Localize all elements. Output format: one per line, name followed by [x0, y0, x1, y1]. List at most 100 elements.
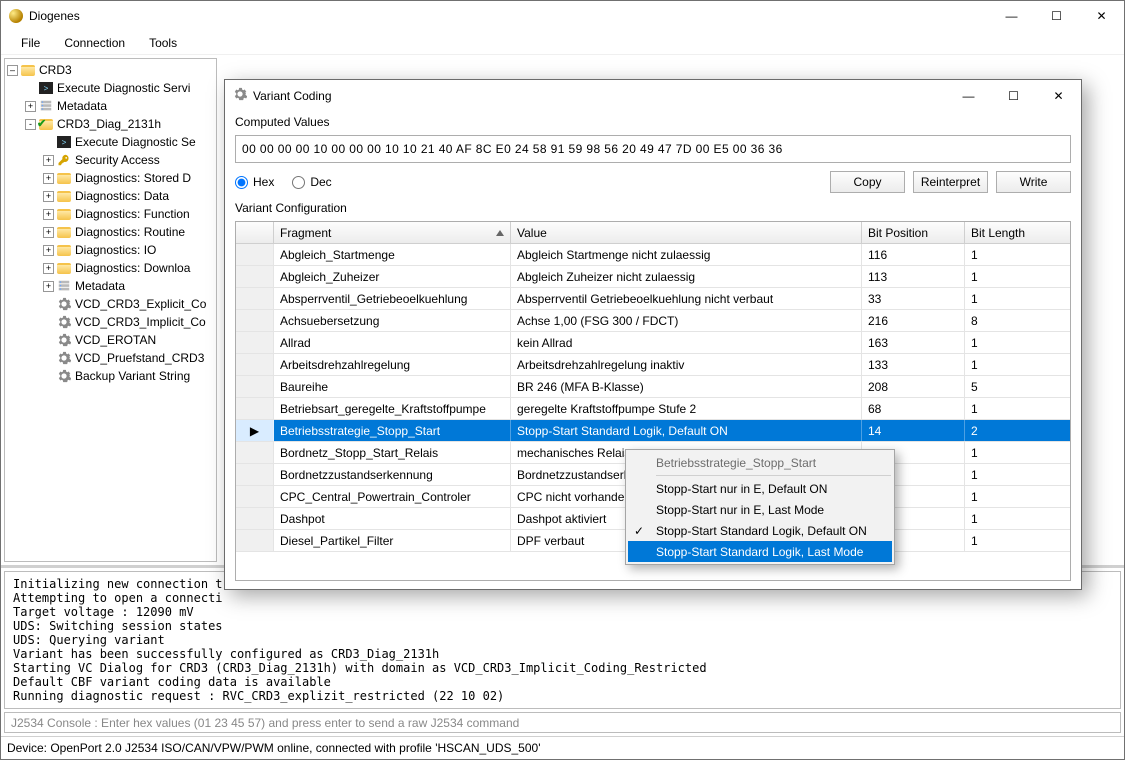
variant-configuration-label: Variant Configuration: [235, 201, 1071, 215]
tree-item[interactable]: Execute Diagnostic Se: [5, 133, 216, 151]
expander-icon[interactable]: +: [43, 263, 54, 274]
grid-row[interactable]: BaureiheBR 246 (MFA B-Klasse)2085: [236, 376, 1070, 398]
tree-item[interactable]: -CRD3_Diag_2131h: [5, 115, 216, 133]
cell-value[interactable]: kein Allrad: [511, 332, 862, 353]
grid-row[interactable]: Abgleich_StartmengeAbgleich Startmenge n…: [236, 244, 1070, 266]
cell-value[interactable]: BR 246 (MFA B-Klasse): [511, 376, 862, 397]
row-indicator[interactable]: [236, 266, 274, 287]
context-menu-item[interactable]: Stopp-Start Standard Logik, Last Mode: [628, 541, 892, 562]
tree-item[interactable]: + Diagnostics: Downloa: [5, 259, 216, 277]
grid-row[interactable]: AchsuebersetzungAchse 1,00 (FSG 300 / FD…: [236, 310, 1070, 332]
expander-icon[interactable]: +: [43, 191, 54, 202]
tree-item[interactable]: +Diagnostics: IO: [5, 241, 216, 259]
menu-connection[interactable]: Connection: [54, 32, 135, 54]
tree-item[interactable]: +Diagnostics: Data: [5, 187, 216, 205]
row-indicator[interactable]: [236, 508, 274, 529]
dialog-minimize-button[interactable]: —: [946, 81, 991, 110]
key-icon: [56, 152, 72, 168]
row-indicator[interactable]: [236, 310, 274, 331]
col-value[interactable]: Value: [511, 222, 862, 243]
expander-icon[interactable]: +: [43, 155, 54, 166]
dialog-titlebar[interactable]: Variant Coding — ☐ ✕: [225, 80, 1081, 111]
row-indicator[interactable]: [236, 288, 274, 309]
reinterpret-button[interactable]: Reinterpret: [913, 171, 988, 193]
tree-item[interactable]: +Security Access: [5, 151, 216, 169]
cell-value[interactable]: Absperrventil Getriebeoelkuehlung nicht …: [511, 288, 862, 309]
tree-item[interactable]: Backup Variant String: [5, 367, 216, 385]
close-button[interactable]: ✕: [1079, 2, 1124, 31]
expander-icon[interactable]: +: [25, 101, 36, 112]
context-menu-item[interactable]: ✓Stopp-Start Standard Logik, Default ON: [628, 520, 892, 541]
row-indicator[interactable]: [236, 376, 274, 397]
row-indicator[interactable]: [236, 398, 274, 419]
grid-row[interactable]: Absperrventil_GetriebeoelkuehlungAbsperr…: [236, 288, 1070, 310]
row-indicator[interactable]: [236, 464, 274, 485]
col-bit-position[interactable]: Bit Position: [862, 222, 965, 243]
cell-value[interactable]: Achse 1,00 (FSG 300 / FDCT): [511, 310, 862, 331]
grid-row[interactable]: Abgleich_ZuheizerAbgleich Zuheizer nicht…: [236, 266, 1070, 288]
radio-hex[interactable]: Hex: [235, 175, 274, 189]
write-button[interactable]: Write: [996, 171, 1071, 193]
expander-icon[interactable]: -: [25, 119, 36, 130]
tree-item[interactable]: Execute Diagnostic Servi: [5, 79, 216, 97]
log-output[interactable]: Initializing new connection t Attempting…: [4, 571, 1121, 709]
row-indicator[interactable]: [236, 530, 274, 551]
cell-fragment: Arbeitsdrehzahlregelung: [274, 354, 511, 375]
j2534-console[interactable]: J2534 Console : Enter hex values (01 23 …: [4, 712, 1121, 733]
row-indicator[interactable]: [236, 332, 274, 353]
menu-file[interactable]: File: [11, 32, 50, 54]
grid-row[interactable]: Betriebsart_geregelte_Kraftstoffpumpeger…: [236, 398, 1070, 420]
grid-row[interactable]: ▶Betriebsstrategie_Stopp_StartStopp-Star…: [236, 420, 1070, 442]
row-indicator[interactable]: [236, 354, 274, 375]
row-indicator[interactable]: [236, 486, 274, 507]
cell-fragment: Betriebsart_geregelte_Kraftstoffpumpe: [274, 398, 511, 419]
col-selector[interactable]: [236, 222, 274, 243]
cell-value[interactable]: Abgleich Zuheizer nicht zulaessig: [511, 266, 862, 287]
tree-item[interactable]: +Diagnostics: Stored D: [5, 169, 216, 187]
expander-icon[interactable]: +: [43, 173, 54, 184]
context-menu-item[interactable]: Stopp-Start nur in E, Default ON: [628, 478, 892, 499]
tree-root[interactable]: – CRD3: [5, 61, 216, 79]
radio-dec-input[interactable]: [292, 176, 305, 189]
tree-pane[interactable]: – CRD3 Execute Diagnostic Servi+Metadata…: [4, 58, 217, 562]
col-fragment[interactable]: Fragment: [274, 222, 511, 243]
maximize-button[interactable]: ☐: [1034, 2, 1079, 31]
grid-row[interactable]: Allradkein Allrad1631: [236, 332, 1070, 354]
dialog-maximize-button[interactable]: ☐: [991, 81, 1036, 110]
dialog-close-button[interactable]: ✕: [1036, 81, 1081, 110]
radio-hex-input[interactable]: [235, 176, 248, 189]
row-indicator[interactable]: [236, 442, 274, 463]
tree-item[interactable]: VCD_CRD3_Implicit_Co: [5, 313, 216, 331]
cell-value[interactable]: Arbeitsdrehzahlregelung inaktiv: [511, 354, 862, 375]
main-titlebar[interactable]: Diogenes — ☐ ✕: [1, 1, 1124, 31]
computed-values-hex[interactable]: 00 00 00 00 10 00 00 00 10 10 21 40 AF 8…: [235, 135, 1071, 163]
expander-icon[interactable]: +: [43, 281, 54, 292]
cell-value[interactable]: Abgleich Startmenge nicht zulaessig: [511, 244, 862, 265]
cell-value[interactable]: geregelte Kraftstoffpumpe Stufe 2: [511, 398, 862, 419]
minimize-button[interactable]: —: [989, 2, 1034, 31]
tree-item[interactable]: +Diagnostics: Function: [5, 205, 216, 223]
tree-item[interactable]: VCD_EROTAN: [5, 331, 216, 349]
tree-item[interactable]: VCD_Pruefstand_CRD3: [5, 349, 216, 367]
lower-pane: Initializing new connection t Attempting…: [1, 568, 1124, 736]
tree-item[interactable]: +Diagnostics: Routine: [5, 223, 216, 241]
tree-item[interactable]: +Metadata: [5, 277, 216, 295]
row-indicator[interactable]: [236, 244, 274, 265]
copy-button[interactable]: Copy: [830, 171, 905, 193]
expander-icon[interactable]: +: [43, 245, 54, 256]
col-bit-length[interactable]: Bit Length: [965, 222, 1070, 243]
statusbar: Device: OpenPort 2.0 J2534 ISO/CAN/VPW/P…: [1, 736, 1124, 759]
tree-item[interactable]: +Metadata: [5, 97, 216, 115]
cell-fragment: Achsuebersetzung: [274, 310, 511, 331]
tree-item[interactable]: VCD_CRD3_Explicit_Co: [5, 295, 216, 313]
context-menu-item[interactable]: Stopp-Start nur in E, Last Mode: [628, 499, 892, 520]
expander-icon[interactable]: +: [43, 227, 54, 238]
cell-value[interactable]: Stopp-Start Standard Logik, Default ON: [511, 420, 862, 441]
expander-icon[interactable]: +: [43, 209, 54, 220]
row-indicator[interactable]: ▶: [236, 420, 274, 441]
menu-tools[interactable]: Tools: [139, 32, 187, 54]
expander-icon[interactable]: –: [7, 65, 18, 76]
radio-dec[interactable]: Dec: [292, 175, 331, 189]
tree-item-label: Diagnostics: Downloa: [75, 261, 190, 275]
grid-row[interactable]: ArbeitsdrehzahlregelungArbeitsdrehzahlre…: [236, 354, 1070, 376]
